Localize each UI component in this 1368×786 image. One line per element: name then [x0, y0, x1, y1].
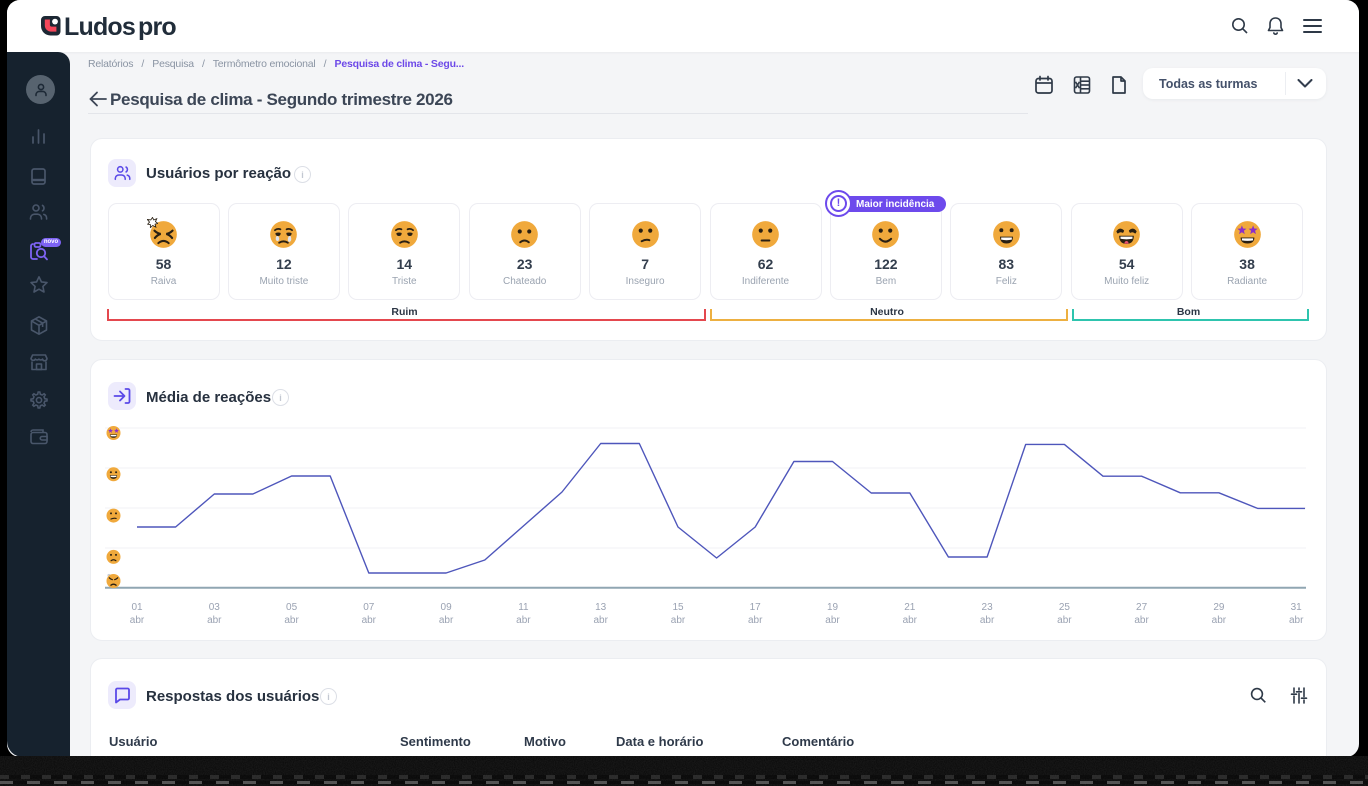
svg-text:21: 21	[904, 602, 916, 613]
svg-text:abr: abr	[516, 615, 531, 626]
svg-text:abr: abr	[1057, 615, 1072, 626]
svg-text:13: 13	[595, 602, 607, 613]
svg-text:15: 15	[672, 602, 684, 613]
svg-text:abr: abr	[207, 615, 222, 626]
svg-text:abr: abr	[593, 615, 608, 626]
svg-text:abr: abr	[980, 615, 995, 626]
svg-text:abr: abr	[1212, 615, 1227, 626]
svg-text:23: 23	[982, 602, 994, 613]
svg-text:abr: abr	[748, 615, 763, 626]
svg-text:abr: abr	[130, 615, 145, 626]
svg-text:Ludos: Ludos	[64, 13, 135, 41]
svg-text:abr: abr	[903, 615, 918, 626]
svg-text:pro: pro	[138, 13, 176, 41]
svg-text:01: 01	[131, 602, 143, 613]
svg-text:11: 11	[518, 602, 529, 613]
svg-text:19: 19	[827, 602, 839, 613]
svg-text:abr: abr	[362, 615, 377, 626]
svg-text:abr: abr	[284, 615, 299, 626]
svg-text:07: 07	[363, 602, 375, 613]
svg-text:29: 29	[1213, 602, 1225, 613]
svg-text:abr: abr	[1134, 615, 1149, 626]
svg-text:abr: abr	[671, 615, 686, 626]
svg-text:abr: abr	[439, 615, 454, 626]
svg-text:25: 25	[1059, 602, 1071, 613]
svg-text:abr: abr	[1289, 615, 1304, 626]
svg-text:03: 03	[209, 602, 221, 613]
svg-text:31: 31	[1291, 602, 1303, 613]
svg-text:27: 27	[1136, 602, 1148, 613]
svg-text:abr: abr	[825, 615, 840, 626]
svg-text:17: 17	[750, 602, 762, 613]
svg-text:09: 09	[441, 602, 453, 613]
svg-text:05: 05	[286, 602, 298, 613]
